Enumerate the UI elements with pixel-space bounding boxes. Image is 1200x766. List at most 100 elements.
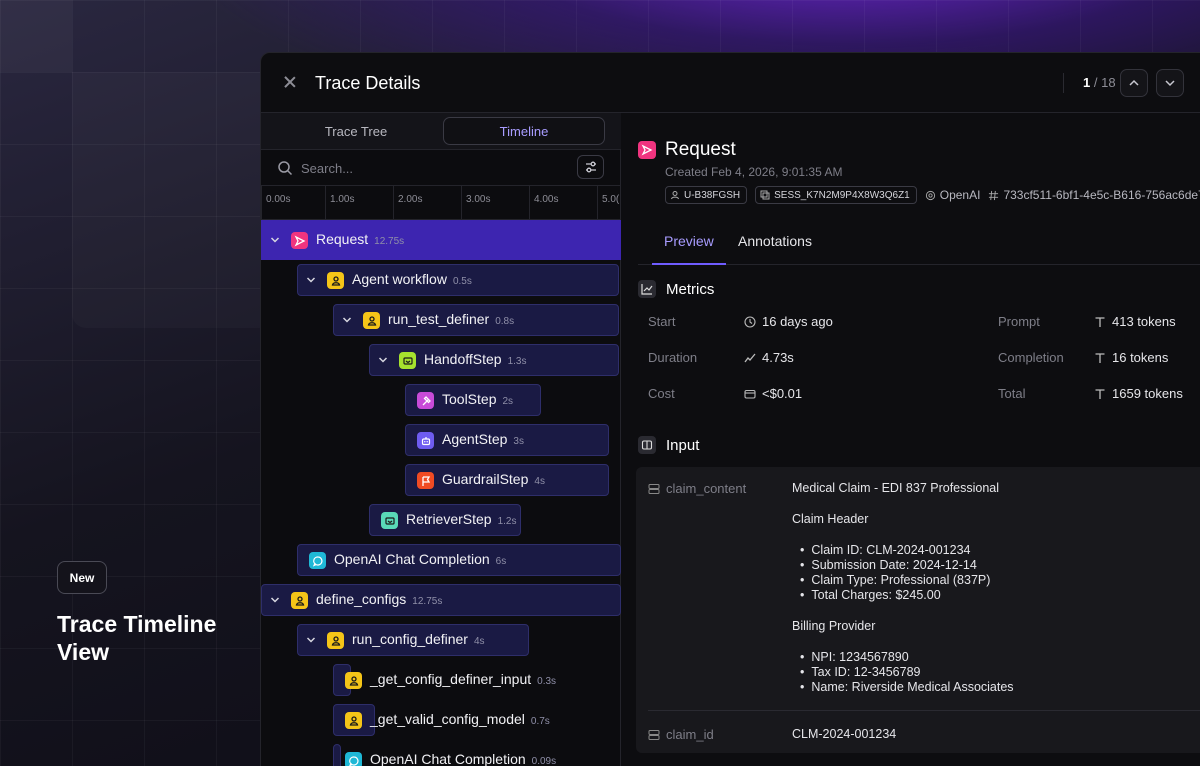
pager-total: / 18 xyxy=(1093,75,1116,90)
chevron-down-icon[interactable] xyxy=(341,314,353,326)
trace-row-duration: 12.75s xyxy=(412,596,443,607)
trace-row[interactable]: HandoffStep 1.3s xyxy=(261,340,621,380)
total-value: 1659 tokens xyxy=(1094,386,1183,401)
chart-icon xyxy=(638,280,656,298)
trace-row[interactable]: define_configs 12.75s xyxy=(261,580,621,620)
user-icon xyxy=(327,632,344,649)
trace-row-name: define_configs xyxy=(316,591,407,607)
completion-value: 16 tokens xyxy=(1094,350,1168,365)
openai-icon xyxy=(925,190,935,200)
hammer-icon xyxy=(417,392,434,409)
hero-title: Trace Timeline View xyxy=(57,611,217,665)
request-title: Request xyxy=(665,139,736,160)
provider-label: OpenAI xyxy=(925,186,980,204)
chevron-down-icon[interactable] xyxy=(377,354,389,366)
trace-row[interactable]: Agent workflow 0.5s xyxy=(261,260,621,300)
tab-annotations[interactable]: Annotations xyxy=(738,233,812,249)
retriever-icon xyxy=(381,512,398,529)
activity-icon xyxy=(744,353,756,362)
user-icon xyxy=(345,712,362,729)
trace-row-duration: 1.2s xyxy=(497,516,517,527)
trace-row[interactable]: ToolStep 2s xyxy=(261,380,621,420)
tab-timeline[interactable]: Timeline xyxy=(443,117,605,145)
trace-row[interactable]: OpenAI Chat Completion 6s xyxy=(261,540,621,580)
trace-row-label: Request 12.75s xyxy=(316,231,404,247)
trace-row-label: Agent workflow 0.5s xyxy=(352,271,472,287)
chevron-down-icon[interactable] xyxy=(269,594,281,606)
trace-details-panel: Trace Details 1 / 18 Trace Tree Timeline… xyxy=(260,52,1200,766)
trace-row-label: GuardrailStep 4s xyxy=(442,471,545,487)
trace-row[interactable]: GuardrailStep 4s xyxy=(261,460,621,500)
duration-label: Duration xyxy=(648,350,698,365)
user-icon xyxy=(327,272,344,289)
chat-icon xyxy=(309,552,326,569)
trace-row-name: RetrieverStep xyxy=(406,511,492,527)
trace-row-label: _get_valid_config_model 0.7s xyxy=(370,711,550,727)
background-square xyxy=(0,0,72,72)
prev-trace-button[interactable] xyxy=(1120,69,1148,97)
tab-trace-tree[interactable]: Trace Tree xyxy=(275,117,437,145)
user-icon xyxy=(291,592,308,609)
trace-row[interactable]: _get_valid_config_model 0.7s xyxy=(261,700,621,740)
trace-row-name: run_test_definer xyxy=(388,311,490,327)
trace-row-duration: 12.75s xyxy=(374,236,405,247)
trace-row-label: run_config_definer 4s xyxy=(352,631,485,647)
pager-divider xyxy=(1063,73,1064,93)
text-icon xyxy=(1095,388,1105,399)
chevron-down-icon[interactable] xyxy=(269,234,281,246)
chevron-down-icon[interactable] xyxy=(305,274,317,286)
timeline-tick: 2.00s xyxy=(393,186,422,220)
search-input[interactable] xyxy=(301,158,561,178)
panel-header: Trace Details 1 / 18 xyxy=(261,53,1200,113)
close-icon[interactable] xyxy=(283,75,297,89)
active-tab-indicator xyxy=(652,263,726,265)
search-icon xyxy=(278,161,293,176)
trace-row[interactable]: AgentStep 3s xyxy=(261,420,621,460)
trace-row[interactable]: RetrieverStep 1.2s xyxy=(261,500,621,540)
input-icon xyxy=(638,436,656,454)
trace-row[interactable]: OpenAI Chat Completion 0.09s xyxy=(261,740,621,766)
timeline-ruler: 0.00s 1.00s 2.00s 3.00s 4.00s 5.0( xyxy=(261,186,621,220)
next-trace-button[interactable] xyxy=(1156,69,1184,97)
chevron-down-icon[interactable] xyxy=(305,634,317,646)
trace-row-label: RetrieverStep 1.2s xyxy=(406,511,517,527)
input-header: Input xyxy=(638,435,699,455)
trace-row-duration: 4s xyxy=(534,476,545,487)
trace-row-label: ToolStep 2s xyxy=(442,391,513,407)
cost-value: <$0.01 xyxy=(744,386,802,401)
tab-preview[interactable]: Preview xyxy=(664,233,714,249)
trace-hash: 733cf511-6bf1-4e5c-B616-756ac6de7 xyxy=(988,186,1200,204)
robot-icon xyxy=(417,432,434,449)
chevron-down-icon xyxy=(1165,80,1175,87)
trace-row-name: _get_valid_config_model xyxy=(370,711,525,727)
trace-row-name: Agent workflow xyxy=(352,271,447,287)
trace-row-duration: 0.09s xyxy=(531,756,557,766)
trace-row-duration: 4s xyxy=(473,636,485,647)
trace-row-name: GuardrailStep xyxy=(442,471,529,487)
prompt-label: Prompt xyxy=(998,314,1040,329)
trace-row[interactable]: run_test_definer 0.8s xyxy=(261,300,621,340)
trace-row-duration: 0.8s xyxy=(495,316,515,327)
new-badge: New xyxy=(57,561,107,594)
trace-row-label: run_test_definer 0.8s xyxy=(388,311,514,327)
request-meta-chips: U-B38FGSH SESS_K7N2M9P4X8W3Q6Z1 OpenAI 7… xyxy=(665,186,1200,204)
trace-row[interactable]: run_config_definer 4s xyxy=(261,620,621,660)
trace-row-label: OpenAI Chat Completion 0.09s xyxy=(370,751,556,766)
chat-icon xyxy=(345,752,362,766)
copy-icon xyxy=(760,190,770,200)
search-bar xyxy=(261,150,621,186)
timeline-tick: 5.0( xyxy=(597,186,619,220)
duration-value: 4.73s xyxy=(744,350,794,365)
request-created: Created Feb 4, 2026, 9:01:35 AM xyxy=(665,165,843,179)
metrics-header: Metrics xyxy=(638,279,714,299)
trace-row[interactable]: Request 12.75s xyxy=(261,220,621,260)
database-icon xyxy=(648,483,660,494)
session-chip[interactable]: SESS_K7N2M9P4X8W3Q6Z1 xyxy=(755,186,917,204)
text-icon xyxy=(1095,352,1105,363)
trace-row-label: HandoffStep 1.3s xyxy=(424,351,527,367)
detail-tabs: Preview Annotations xyxy=(638,225,1200,265)
filter-button[interactable] xyxy=(577,155,604,179)
trace-row-duration: 0.3s xyxy=(537,676,557,687)
user-chip[interactable]: U-B38FGSH xyxy=(665,186,748,204)
trace-row[interactable]: _get_config_definer_input 0.3s xyxy=(261,660,621,700)
